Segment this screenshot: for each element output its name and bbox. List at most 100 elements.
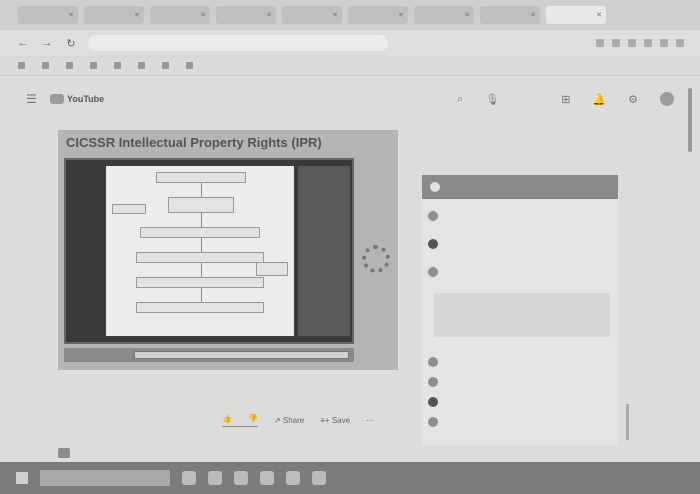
avatar[interactable] xyxy=(660,92,674,106)
close-icon[interactable]: ✕ xyxy=(266,11,272,19)
youtube-logo[interactable]: YouTube xyxy=(50,94,104,104)
share-icon: ↗ xyxy=(273,416,281,425)
search-icon[interactable]: ⌕ xyxy=(457,93,463,106)
close-icon[interactable]: ✕ xyxy=(398,11,404,19)
presenter-panel xyxy=(298,166,350,336)
folder-icon[interactable] xyxy=(234,471,248,485)
browser-tab[interactable]: ✕ xyxy=(282,6,342,24)
url-input[interactable] xyxy=(88,35,388,51)
extension-icon[interactable] xyxy=(628,39,636,47)
bookmark-item[interactable] xyxy=(66,62,76,69)
channel-row xyxy=(58,448,78,458)
notifications-icon[interactable]: 🔔 xyxy=(592,93,606,106)
browser-tab[interactable]: ✕ xyxy=(18,6,78,24)
dislike-icon[interactable]: 👎 xyxy=(248,414,258,423)
bookmark-icon xyxy=(90,62,97,69)
bookmark-icon xyxy=(114,62,121,69)
browser-tab[interactable]: ✕ xyxy=(480,6,540,24)
extension-icons xyxy=(596,39,684,47)
store-icon[interactable] xyxy=(260,471,274,485)
youtube-header: ☰ YouTube ⌕ 🎙 ⊞ 🔔 ⚙ xyxy=(0,82,700,116)
forward-icon[interactable]: → xyxy=(40,37,54,49)
taskbar-search-input[interactable] xyxy=(40,470,170,486)
browser-tab[interactable]: ✕ xyxy=(84,6,144,24)
list-item[interactable] xyxy=(428,239,614,249)
browser-tab[interactable]: ✕ xyxy=(150,6,210,24)
save-label: Save xyxy=(331,416,351,425)
close-icon[interactable]: ✕ xyxy=(68,11,74,19)
list-item[interactable] xyxy=(428,357,614,367)
sidebar-panel xyxy=(422,175,618,445)
flow-box xyxy=(112,204,146,214)
bookmark-item[interactable] xyxy=(186,62,196,69)
bookmark-item[interactable] xyxy=(18,62,28,69)
apps-icon[interactable]: ⚙ xyxy=(628,93,638,106)
bookmark-icon xyxy=(66,62,73,69)
progress-bar[interactable] xyxy=(134,351,349,359)
flow-box xyxy=(140,227,260,238)
microphone-icon[interactable]: 🎙 xyxy=(485,93,499,106)
close-icon[interactable]: ✕ xyxy=(200,11,206,19)
sidebar-scrollbar[interactable] xyxy=(626,404,629,440)
bookmark-icon xyxy=(162,62,169,69)
reload-icon[interactable]: ↻ xyxy=(64,37,78,50)
video-player[interactable]: CICSSR Intellectual Property Rights (IPR… xyxy=(58,130,398,370)
bookmark-item[interactable] xyxy=(114,62,124,69)
share-button[interactable]: ↗ Share xyxy=(274,416,304,425)
os-taskbar xyxy=(0,462,700,494)
windows-start-icon[interactable] xyxy=(16,472,28,484)
close-icon[interactable]: ✕ xyxy=(530,11,536,19)
share-label: Share xyxy=(282,416,305,425)
extension-icon[interactable] xyxy=(644,39,652,47)
list-item[interactable] xyxy=(428,417,614,427)
close-icon[interactable]: ✕ xyxy=(464,11,470,19)
bookmark-item[interactable] xyxy=(90,62,100,69)
save-button[interactable]: ≡+ Save xyxy=(320,416,350,425)
video-actions: 👍 👎 ↗ Share ≡+ Save ⋯ xyxy=(222,414,374,427)
panel-header[interactable] xyxy=(422,175,618,199)
bookmark-item[interactable] xyxy=(138,62,148,69)
extension-icon[interactable] xyxy=(612,39,620,47)
taskview-icon[interactable] xyxy=(182,471,196,485)
like-icon[interactable]: 👍 xyxy=(222,414,232,423)
browser-tab[interactable]: ✕ xyxy=(414,6,474,24)
list-item[interactable] xyxy=(428,377,614,387)
hamburger-menu-icon[interactable]: ☰ xyxy=(26,92,44,106)
list-item[interactable] xyxy=(428,397,614,407)
menu-icon[interactable] xyxy=(676,39,684,47)
like-dislike-group: 👍 👎 xyxy=(222,414,258,427)
browser-tab[interactable]: ✕ xyxy=(348,6,408,24)
browser-tab-active[interactable]: ✕ xyxy=(546,6,606,24)
list-item-icon xyxy=(428,267,438,277)
back-icon[interactable]: ← xyxy=(16,37,30,49)
create-video-icon[interactable]: ⊞ xyxy=(561,93,570,106)
browser-tab[interactable]: ✕ xyxy=(216,6,276,24)
flow-box xyxy=(136,302,264,313)
gear-icon xyxy=(362,245,390,273)
video-controls-bar[interactable] xyxy=(64,348,354,362)
list-item[interactable] xyxy=(428,211,614,221)
video-slide xyxy=(64,158,354,344)
chrome-icon[interactable] xyxy=(312,471,326,485)
youtube-logo-text: YouTube xyxy=(67,94,105,104)
more-options-icon[interactable]: ⋯ xyxy=(366,416,374,425)
sidebar-callout[interactable] xyxy=(434,293,610,337)
bookmark-item[interactable] xyxy=(162,62,172,69)
extension-icon[interactable] xyxy=(660,39,668,47)
flow-box xyxy=(256,262,288,276)
close-icon[interactable]: ✕ xyxy=(332,11,338,19)
bookmark-icon xyxy=(186,62,193,69)
browser-icon[interactable] xyxy=(208,471,222,485)
extension-icon[interactable] xyxy=(596,39,604,47)
close-icon[interactable]: ✕ xyxy=(596,11,602,19)
mail-icon[interactable] xyxy=(286,471,300,485)
header-actions: ⌕ 🎙 ⊞ 🔔 ⚙ xyxy=(457,92,674,106)
page-scrollbar[interactable] xyxy=(688,88,692,152)
address-bar: ← → ↻ xyxy=(0,30,700,56)
list-item[interactable] xyxy=(428,267,614,277)
channel-avatar[interactable] xyxy=(58,448,70,458)
flow-connector xyxy=(201,183,202,197)
close-icon[interactable]: ✕ xyxy=(134,11,140,19)
youtube-play-icon xyxy=(50,94,64,104)
bookmark-item[interactable] xyxy=(42,62,52,69)
